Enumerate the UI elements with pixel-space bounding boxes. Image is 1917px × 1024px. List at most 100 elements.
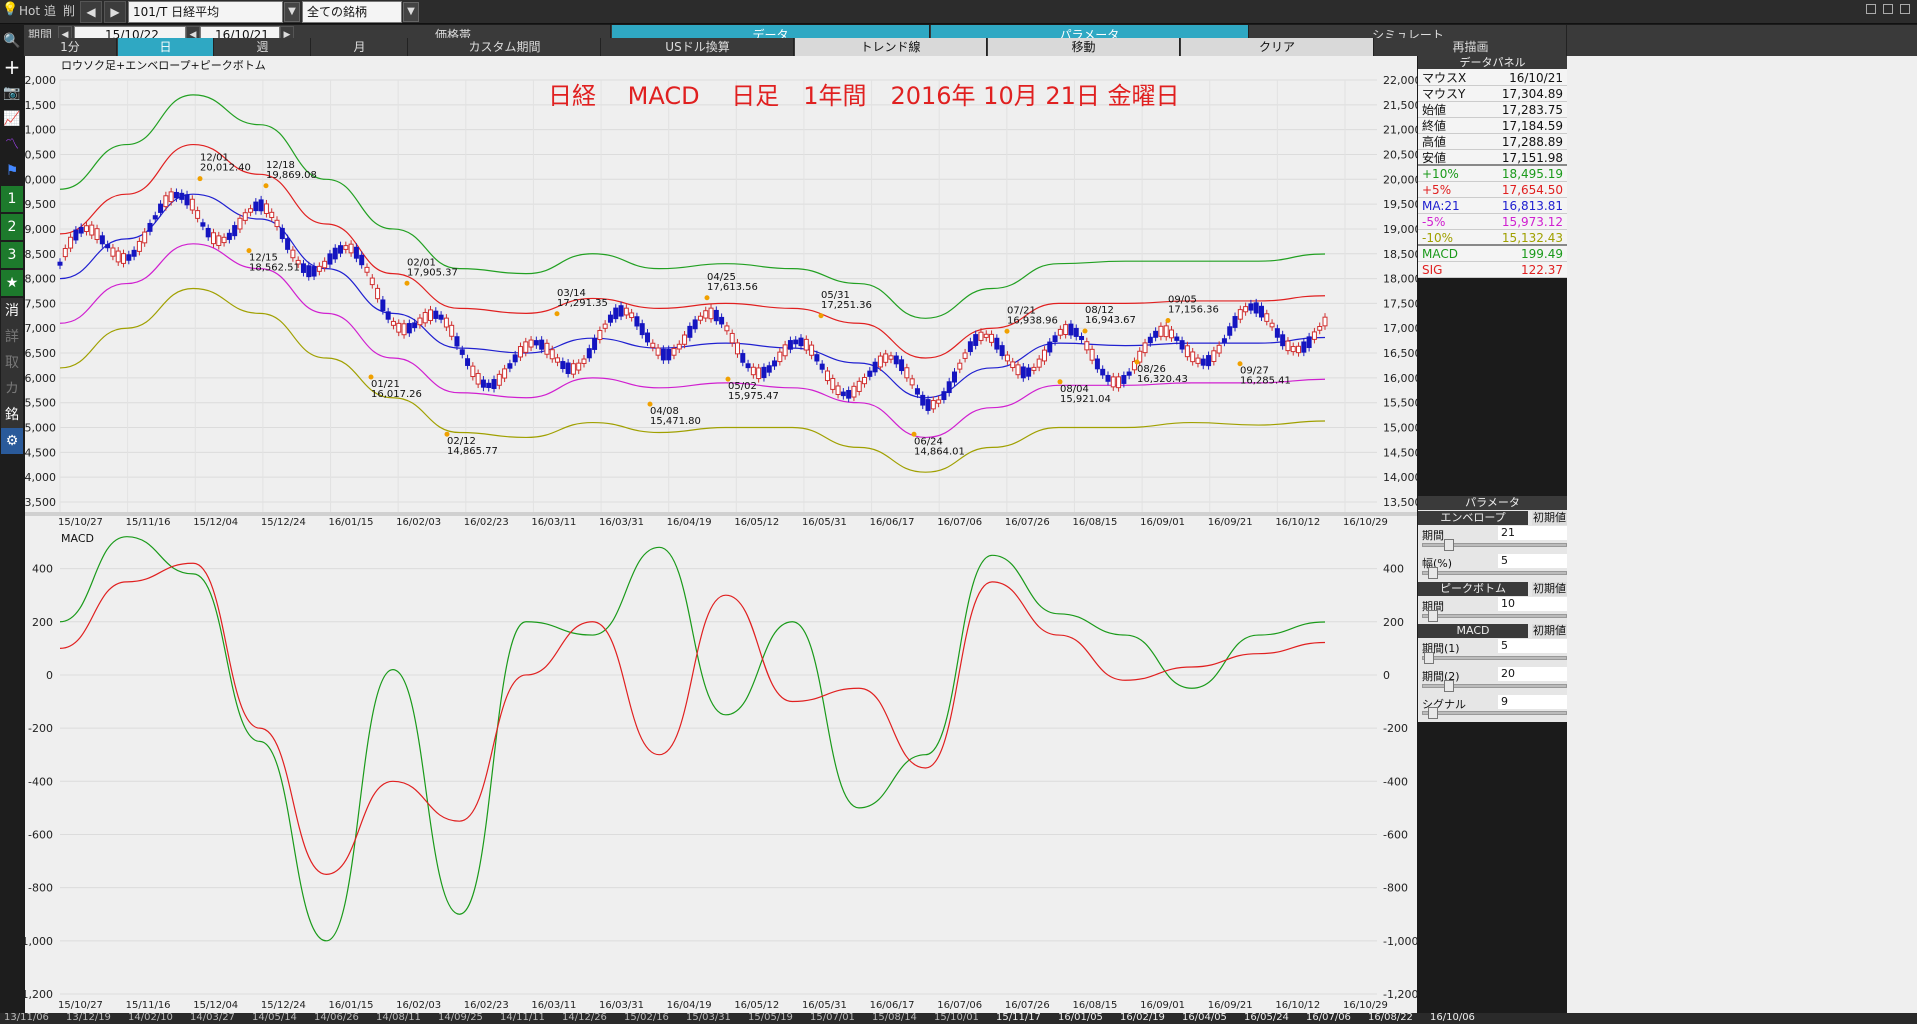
candle-body — [1169, 329, 1175, 339]
plus-icon[interactable]: + — [1, 54, 23, 80]
candle-body — [1036, 358, 1042, 368]
data-panel-key: +5% — [1422, 183, 1452, 197]
hot-button[interactable]: Hot — [19, 0, 40, 22]
symbol-dropdown[interactable]: ▼ — [284, 2, 300, 22]
star-button[interactable]: ★ — [1, 270, 23, 296]
search-icon[interactable]: 🔍 — [1, 28, 23, 54]
peak-section-title: ピークボトム — [1418, 582, 1528, 596]
camera-icon[interactable]: 📷 — [1, 80, 23, 106]
peak-reset-button[interactable]: 初期値 — [1532, 582, 1567, 596]
envelope-width-thumb[interactable] — [1428, 567, 1438, 579]
chart-red-icon[interactable]: 📈 — [1, 106, 23, 132]
tab-clear[interactable]: クリア — [1181, 38, 1374, 56]
peak-period-field[interactable]: 10 — [1498, 597, 1567, 611]
price-tick-right: 15,000 — [1383, 422, 1417, 435]
candle-body — [999, 345, 1005, 357]
close-icon[interactable] — [1900, 4, 1910, 14]
tab-move[interactable]: 移動 — [988, 38, 1180, 56]
universe-dropdown[interactable]: ▼ — [403, 2, 419, 22]
macd-signal-field[interactable]: 9 — [1498, 695, 1567, 709]
macd-period1-field[interactable]: 5 — [1498, 639, 1567, 653]
settings-gear-icon[interactable]: ⚙ — [1, 428, 23, 454]
take-button[interactable]: 取 — [1, 350, 23, 376]
macd-period2-thumb[interactable] — [1444, 680, 1454, 692]
history-date-label: 14/09/25 — [438, 1012, 483, 1023]
preset-1-button[interactable]: 1 — [1, 186, 23, 212]
candle-body — [602, 323, 608, 329]
peak-period-thumb[interactable] — [1428, 610, 1438, 622]
candle-body — [708, 307, 714, 320]
universe-field[interactable]: 全ての銘柄 — [302, 1, 402, 23]
price-tick-right: 15,500 — [1383, 397, 1417, 410]
macd-signal-slider[interactable] — [1422, 711, 1567, 715]
erase-button[interactable]: 消 — [1, 298, 23, 324]
macd-period1-thumb[interactable] — [1424, 652, 1434, 664]
chart-purple-icon[interactable]: 〽 — [1, 132, 23, 158]
macd-tick-left: -400 — [28, 775, 53, 788]
date-tick-macd: 15/11/16 — [126, 1000, 171, 1011]
right-header-strip — [1567, 25, 1917, 56]
envelope-period-thumb[interactable] — [1444, 539, 1454, 551]
candle-body — [756, 367, 762, 380]
tab-monthly[interactable]: 月 — [312, 38, 408, 56]
candle-body — [1243, 306, 1249, 313]
flag-icon[interactable]: ⚑ — [1, 158, 23, 184]
candle-body — [496, 373, 502, 386]
candle-body — [1063, 324, 1069, 336]
tab-custom-period[interactable]: カスタム期間 — [409, 38, 601, 56]
tab-weekly[interactable]: 週 — [215, 38, 311, 56]
tab-daily[interactable]: 日 — [118, 38, 214, 56]
date-tick-price: 16/09/01 — [1140, 517, 1185, 528]
symbol-field[interactable]: 101/T 日経平均 — [128, 1, 283, 23]
tab-trendline[interactable]: トレンド線 — [795, 38, 987, 56]
candle-body — [1089, 348, 1095, 361]
envelope-period-field[interactable]: 21 — [1498, 526, 1567, 540]
macd-tick-right: -1,200 — [1383, 988, 1417, 1001]
minimize-icon[interactable] — [1866, 4, 1876, 14]
candle-body — [94, 228, 100, 240]
envelope-width-slider[interactable] — [1422, 571, 1567, 575]
candle-body — [380, 299, 386, 312]
preset-2-button[interactable]: 2 — [1, 214, 23, 240]
next-symbol-button[interactable]: ▶ — [104, 1, 126, 23]
candle-body — [512, 354, 518, 363]
tab-1min[interactable]: 1分 — [24, 38, 117, 56]
date-tick-price: 15/11/16 — [126, 517, 171, 528]
macd-reset-button[interactable]: 初期値 — [1532, 624, 1567, 638]
detail-button[interactable]: 詳 — [1, 324, 23, 350]
history-timeline[interactable]: 13/11/06 13/12/19 14/02/10 14/03/27 14/05/14… — [0, 1012, 1917, 1024]
candle-body — [507, 363, 513, 369]
delete-button[interactable]: 削 — [63, 0, 75, 22]
card-button[interactable]: カ — [1, 376, 23, 402]
prev-symbol-button[interactable]: ◀ — [80, 1, 102, 23]
candle-body — [1253, 302, 1259, 314]
price-chart[interactable]: 12/0120,012.40 12/1819,869.0812/1518,562.… — [25, 56, 1417, 1014]
bulb-icon[interactable]: 💡 — [2, 2, 18, 20]
candle-body — [523, 341, 529, 353]
candle-body — [586, 348, 592, 359]
data-panel-row: +10% 18,495.19 — [1418, 166, 1567, 182]
tab-usd-convert[interactable]: USドル換算 — [602, 38, 794, 56]
macd-pane-label: MACD — [61, 532, 94, 545]
brand-button[interactable]: 銘 — [1, 402, 23, 428]
restore-icon[interactable] — [1883, 4, 1893, 14]
data-panel-value: 122.37 — [1521, 263, 1563, 277]
macd-signal-thumb[interactable] — [1428, 707, 1438, 719]
data-panel-row: マウスY 17,304.89 — [1418, 86, 1567, 102]
candle-body — [1110, 376, 1116, 388]
data-panel-value: 18,495.19 — [1501, 167, 1563, 181]
candle-body — [597, 330, 603, 341]
macd-period1-slider[interactable] — [1422, 656, 1567, 660]
tab-redraw[interactable]: 再描画 — [1375, 38, 1567, 56]
envelope-reset-button[interactable]: 初期値 — [1532, 511, 1567, 525]
date-tick-macd: 16/07/26 — [1005, 1000, 1050, 1011]
candle-body — [729, 332, 735, 344]
preset-3-button[interactable]: 3 — [1, 242, 23, 268]
peak-marker — [1004, 328, 1010, 334]
date-tick-macd: 16/07/06 — [937, 1000, 982, 1011]
add-button[interactable]: 追 — [44, 0, 56, 22]
peak-period-slider[interactable] — [1422, 614, 1567, 618]
macd-period2-field[interactable]: 20 — [1498, 667, 1567, 681]
envelope-width-field[interactable]: 5 — [1498, 554, 1567, 568]
peak-marker — [404, 280, 410, 286]
